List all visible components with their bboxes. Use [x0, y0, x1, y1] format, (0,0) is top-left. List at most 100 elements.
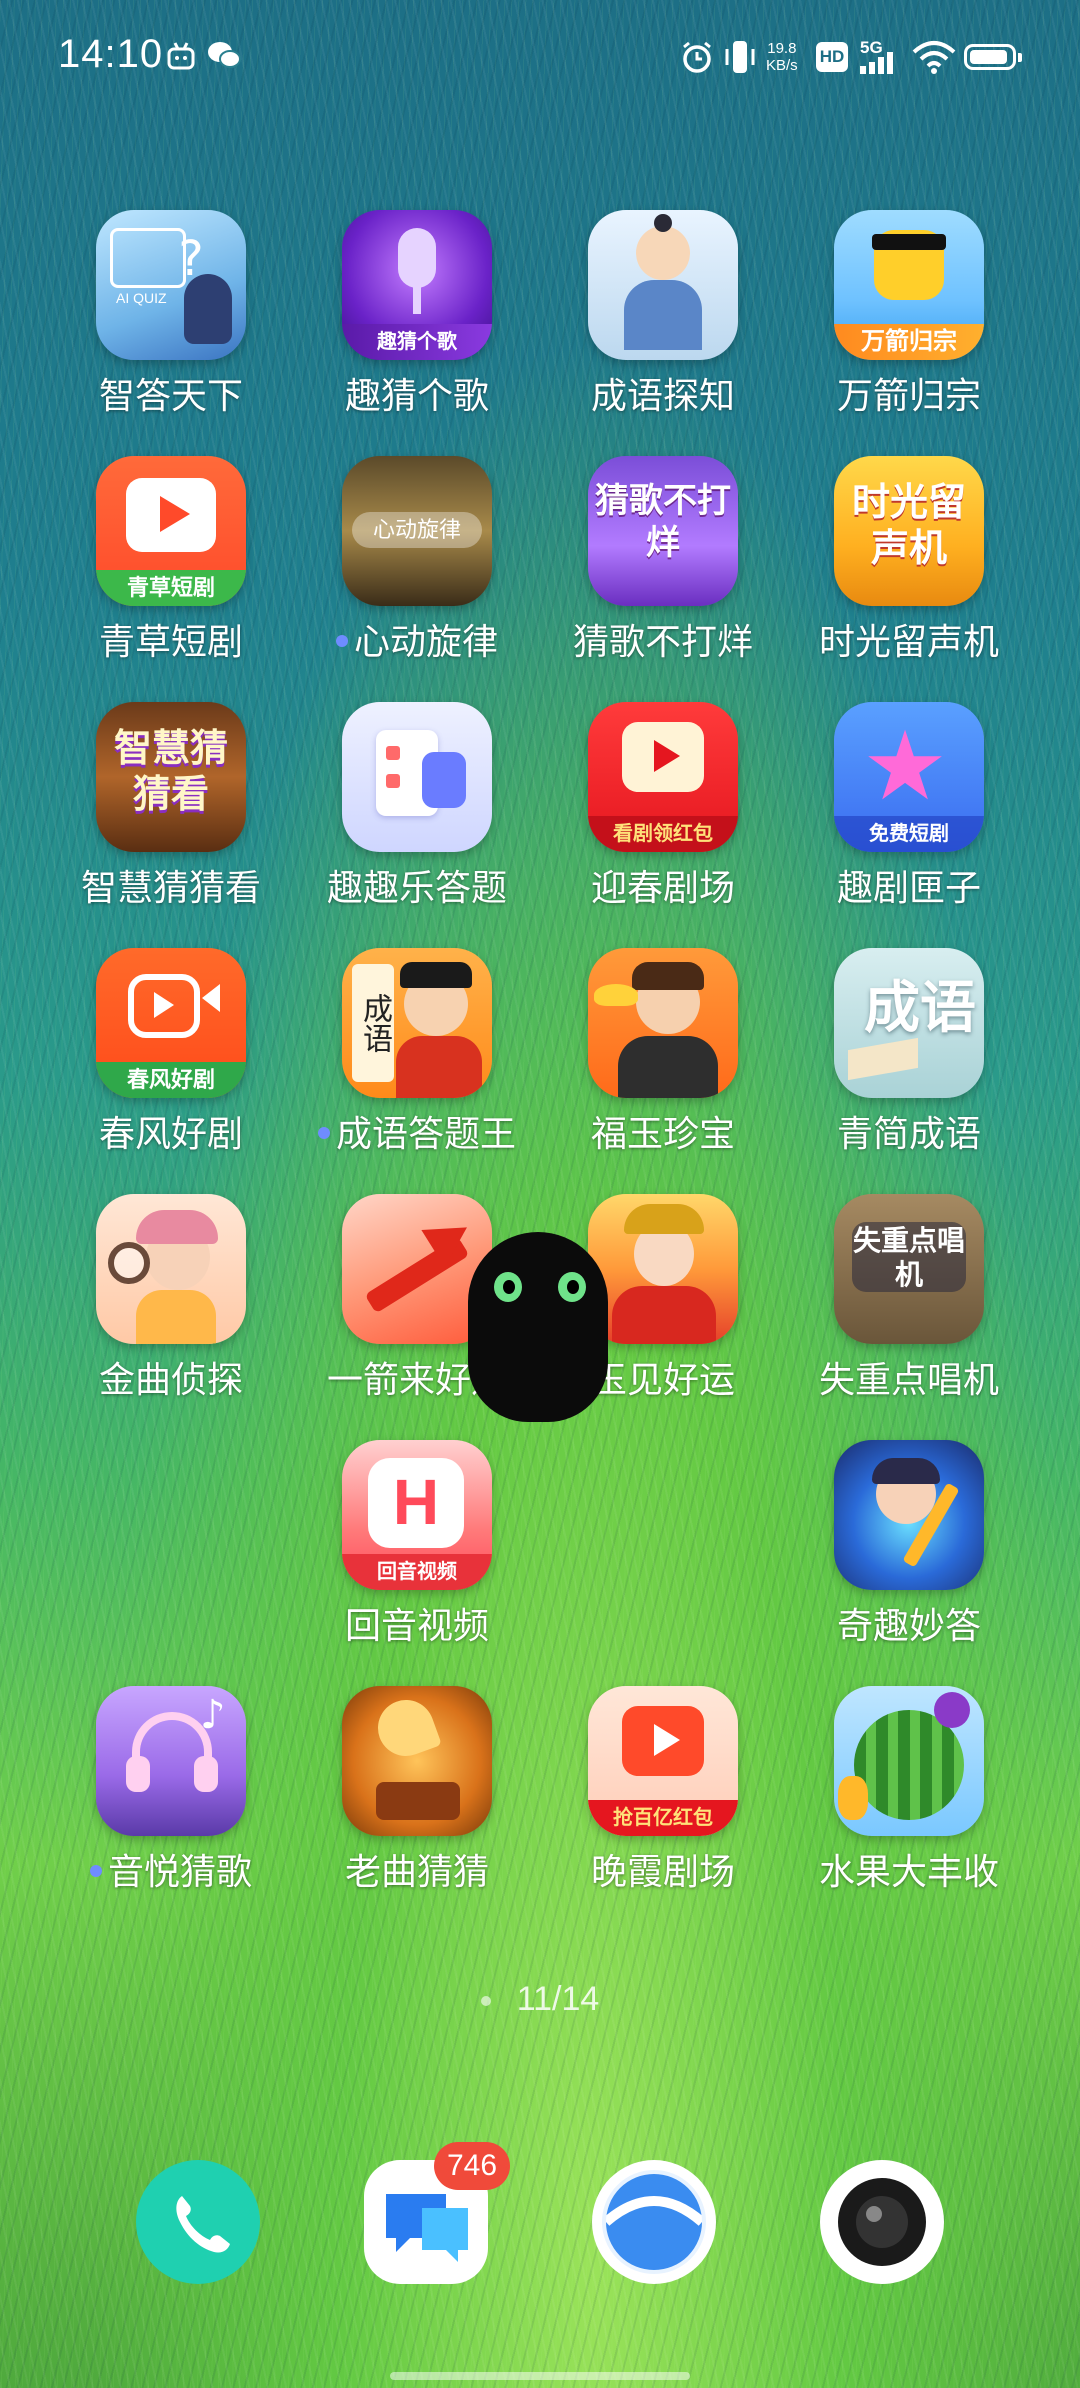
camera-play-icon: 春风好剧 — [96, 948, 246, 1098]
app-label: 春风好剧 — [98, 1113, 243, 1154]
page-dot — [480, 1996, 491, 2007]
phone-app[interactable] — [136, 2160, 260, 2284]
jukebox-icon: 失重点唱机 — [834, 1194, 984, 1344]
app-label: 猜歌不打烊 — [572, 621, 753, 662]
app-fuyu-zhenbao[interactable]: 福玉珍宝 — [540, 948, 786, 1168]
goddess-icon — [588, 1194, 738, 1344]
gold-ingot-icon — [588, 948, 738, 1098]
new-dot — [89, 1865, 102, 1878]
robot-notification-icon — [167, 42, 195, 70]
app-label: 迎春剧场 — [590, 867, 735, 908]
signal-icon — [860, 52, 893, 74]
page-indicator[interactable]: 11/14 — [0, 1980, 1080, 2019]
app-label: 福玉珍宝 — [590, 1113, 735, 1154]
camera-lens-icon — [828, 2168, 936, 2276]
app-xindong-xuanlv[interactable]: 心动旋律 心动旋律 — [294, 456, 540, 676]
app-chengyu-tanzhi[interactable]: 成语探知 — [540, 210, 786, 430]
app-yinyue-caige[interactable]: ♪ 音悦猜歌 — [48, 1686, 294, 1906]
app-label: 晚霞剧场 — [590, 1851, 735, 1892]
status-bar: 14:10 19.8 KB/s HD 5G — [0, 0, 1080, 120]
app-qingjian-chengyu[interactable]: 成语 青简成语 — [786, 948, 1032, 1168]
wechat-icon — [208, 42, 241, 68]
phone-icon — [176, 2196, 230, 2253]
app-label: 老曲猜猜 — [344, 1851, 489, 1892]
app-huiyin-shipin[interactable]: H 回音视频 回音视频 — [294, 1440, 540, 1660]
new-dot — [317, 1127, 330, 1140]
microphone-icon: 趣猜个歌 — [342, 210, 492, 360]
tv-play-icon: 看剧领红包 — [588, 702, 738, 852]
app-label: 音悦猜歌 — [38, 1850, 304, 1894]
app-qiqu-miaoda[interactable]: 奇趣妙答 — [786, 1440, 1032, 1660]
app-label: 时光留声机 — [818, 621, 999, 662]
app-wanxia-juchang[interactable]: 抢百亿红包 晚霞剧场 — [540, 1686, 786, 1906]
new-dot — [335, 635, 348, 648]
app-label: 水果大丰收 — [818, 1851, 999, 1892]
app-caige-budayang[interactable]: 猜歌不打烊 猜歌不打烊 — [540, 456, 786, 676]
headphones-icon: ♪ — [96, 1686, 246, 1836]
watermelon-icon — [834, 1686, 984, 1836]
camera-app[interactable] — [820, 2160, 944, 2284]
app-qingcao-duanju[interactable]: 青草短剧 青草短剧 — [48, 456, 294, 676]
planet-icon — [602, 2170, 706, 2274]
app-label: 心动旋律 — [284, 620, 550, 664]
app-label: 青草短剧 — [98, 621, 243, 662]
vibrate-icon — [725, 41, 755, 73]
app-label: 回音视频 — [344, 1605, 489, 1646]
battery-icon — [964, 44, 1022, 70]
app-label: 趣猜个歌 — [344, 375, 489, 416]
app-label: 奇趣妙答 — [836, 1605, 981, 1646]
star-play-icon: ★ 免费短剧 — [834, 702, 984, 852]
app-label: 智答天下 — [98, 375, 243, 416]
guitar-icon: 猜歌不打烊 — [588, 456, 738, 606]
magnifier-icon — [96, 1194, 246, 1344]
app-zhida-tianxia[interactable]: ? AI QUIZ 智答天下 — [48, 210, 294, 430]
app-laoqu-caicai[interactable]: 老曲猜猜 — [294, 1686, 540, 1906]
checklist-icon — [342, 702, 492, 852]
wifi-icon — [912, 41, 956, 74]
book-icon: 成语 — [834, 948, 984, 1098]
scroll-icon: 成语 — [342, 948, 492, 1098]
app-chengyu-datiwang[interactable]: 成语 成语答题王 — [294, 948, 540, 1168]
app-zhihui-caicaikan[interactable]: 智慧猜猜看 智慧猜猜看 — [48, 702, 294, 922]
app-chunfeng-haoju[interactable]: 春风好剧 春风好剧 — [48, 948, 294, 1168]
app-label: 趣趣乐答题 — [326, 867, 507, 908]
app-wanjian-guizong[interactable]: 万箭归宗 万箭归宗 — [786, 210, 1032, 430]
melody-icon: 心动旋律 — [342, 456, 492, 606]
unread-badge: 746 — [434, 2142, 510, 2190]
scholar-icon — [588, 210, 738, 360]
h-play-icon: H 回音视频 — [342, 1440, 492, 1590]
messages-app[interactable]: 746 — [364, 2142, 510, 2284]
app-label: 金曲侦探 — [98, 1359, 243, 1400]
quiz-icon: ? AI QUIZ — [96, 210, 246, 360]
dock: 746 — [56, 2116, 1024, 2328]
app-quju-xiazi[interactable]: ★ 免费短剧 趣剧匣子 — [786, 702, 1032, 922]
app-qucai-gege[interactable]: 趣猜个歌 趣猜个歌 — [294, 210, 540, 430]
app-shiguang-liushengji[interactable]: 时光留声机 时光留声机 — [786, 456, 1032, 676]
pencil-icon — [834, 1440, 984, 1590]
network-speed: 19.8 KB/s — [766, 40, 798, 74]
phonograph-icon — [342, 1686, 492, 1836]
app-label: 趣剧匣子 — [836, 867, 981, 908]
arrows-icon: 万箭归宗 — [834, 210, 984, 360]
browser-app[interactable] — [592, 2160, 716, 2284]
books-icon: 智慧猜猜看 — [96, 702, 246, 852]
gesture-bar[interactable] — [390, 2372, 690, 2380]
app-ququle-dati[interactable]: 趣趣乐答题 — [294, 702, 540, 922]
hd-badge: HD — [816, 42, 848, 72]
wallpaper-creature — [468, 1232, 608, 1422]
app-yingchun-juchang[interactable]: 看剧领红包 迎春剧场 — [540, 702, 786, 922]
clapper-icon: 青草短剧 — [96, 456, 246, 606]
alarm-icon — [683, 41, 711, 73]
app-label: 万箭归宗 — [836, 375, 981, 416]
app-label: 青简成语 — [836, 1113, 981, 1154]
app-shuiguo-dafengshou[interactable]: 水果大丰收 — [786, 1686, 1032, 1906]
app-label: 成语探知 — [590, 375, 735, 416]
app-label: 失重点唱机 — [818, 1359, 999, 1400]
app-label: 智慧猜猜看 — [80, 867, 261, 908]
app-shizhong-changji[interactable]: 失重点唱机 失重点唱机 — [786, 1194, 1032, 1414]
tv-play-icon: 抢百亿红包 — [588, 1686, 738, 1836]
gramophone-icon: 时光留声机 — [834, 456, 984, 606]
clock: 14:10 — [58, 32, 164, 76]
app-jinqu-zhentan[interactable]: 金曲侦探 — [48, 1194, 294, 1414]
app-label: 成语答题王 — [284, 1112, 550, 1156]
